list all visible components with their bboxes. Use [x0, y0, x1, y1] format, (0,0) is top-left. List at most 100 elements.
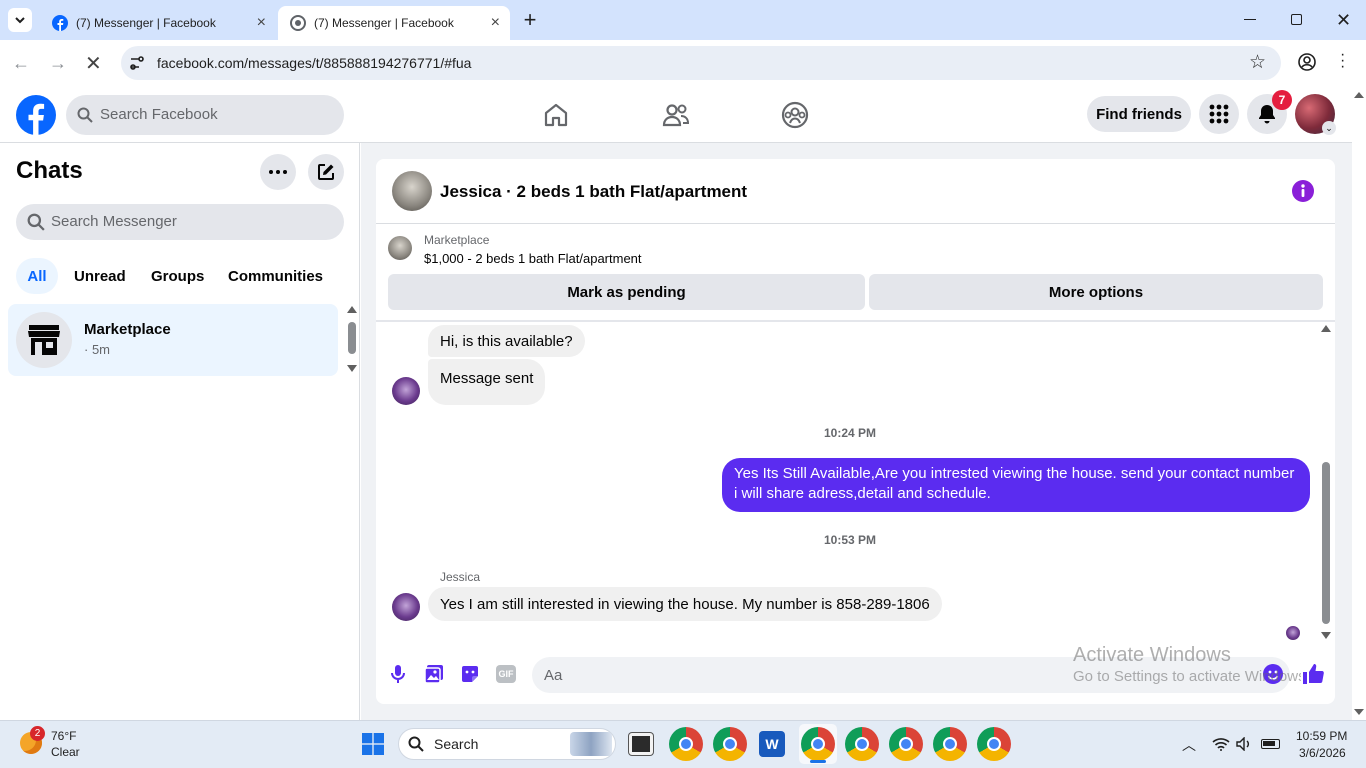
sender-name: Jessica — [440, 570, 481, 584]
filter-tab-unread[interactable]: Unread — [62, 258, 138, 294]
incoming-message-bubble[interactable]: Yes I am still interested in viewing the… — [428, 587, 942, 621]
chrome-profile-icon[interactable] — [845, 727, 879, 761]
message-timestamp: 10:53 PM — [824, 533, 877, 547]
battery-icon[interactable] — [1261, 739, 1280, 749]
chat-scroll-up[interactable] — [1321, 325, 1331, 332]
minimize-icon[interactable] — [1244, 19, 1256, 20]
more-options-button[interactable]: More options — [869, 274, 1323, 310]
sidebar-scroll-up[interactable] — [347, 306, 357, 313]
chrome-profile-icon[interactable] — [889, 727, 923, 761]
microphone-icon[interactable] — [389, 664, 407, 684]
forward-icon[interactable]: → — [49, 53, 67, 74]
thumbs-up-icon[interactable] — [1302, 663, 1324, 685]
chrome-profile-icon[interactable] — [933, 727, 967, 761]
browser-tab-1[interactable]: (7) Messenger | Facebook × — [40, 6, 276, 40]
volume-icon[interactable] — [1236, 737, 1252, 751]
chrome-profile-icon[interactable] — [977, 727, 1011, 761]
close-window-icon[interactable]: ✕ — [1336, 10, 1351, 31]
messenger-favicon-icon — [290, 15, 306, 31]
activate-windows-title: Activate Windows — [1073, 644, 1231, 666]
tab-title: (7) Messenger | Facebook — [314, 16, 454, 30]
new-message-button[interactable] — [308, 154, 344, 190]
outgoing-message-bubble[interactable]: Yes Its Still Available,Are you intreste… — [722, 458, 1310, 512]
friends-icon[interactable] — [662, 102, 690, 128]
facebook-favicon-icon — [52, 15, 68, 31]
tab-title: (7) Messenger | Facebook — [76, 16, 216, 30]
menu-button[interactable] — [1199, 94, 1239, 134]
chat-list-item-name: Marketplace — [84, 321, 171, 338]
facebook-search-input[interactable]: Search Facebook — [100, 106, 218, 123]
taskbar-clock-date[interactable]: 3/6/2026 — [1299, 746, 1346, 760]
close-tab-icon[interactable]: × — [491, 15, 500, 31]
browser-menu-icon[interactable]: · · · — [1340, 47, 1345, 75]
message-timestamp: 10:24 PM — [824, 426, 877, 440]
task-view-icon[interactable] — [629, 733, 653, 755]
back-icon[interactable]: ← — [12, 53, 30, 74]
find-friends-button[interactable]: Find friends — [1087, 96, 1191, 132]
tab-search-button[interactable] — [8, 8, 32, 32]
search-icon — [77, 107, 93, 123]
chrome-profile-icon-active[interactable] — [801, 727, 835, 761]
page-scroll-down[interactable] — [1354, 709, 1364, 715]
bookmark-star-icon[interactable]: ☆ — [1249, 51, 1266, 74]
incoming-message-bubble[interactable]: Message sent — [428, 359, 546, 405]
taskbar-clock-time[interactable]: 10:59 PM — [1296, 729, 1347, 743]
filter-tab-communities[interactable]: Communities — [216, 258, 335, 294]
sidebar-scroll-down[interactable] — [347, 365, 357, 372]
filter-tab-all[interactable]: All — [16, 258, 58, 294]
sender-avatar[interactable] — [392, 377, 420, 405]
listing-detail[interactable]: $1,000 - 2 beds 1 bath Flat/apartment — [424, 251, 642, 266]
word-icon[interactable]: W — [759, 731, 785, 757]
listing-thumbnail[interactable] — [388, 236, 412, 260]
close-tab-icon[interactable]: × — [257, 15, 266, 31]
home-icon[interactable] — [543, 102, 569, 128]
message-input[interactable]: Aa — [544, 667, 562, 684]
new-tab-button[interactable]: + — [520, 9, 540, 31]
stop-loading-icon[interactable]: ✕ — [85, 51, 102, 76]
conversation-info-icon[interactable] — [1292, 180, 1314, 202]
read-receipt-avatar — [1286, 626, 1300, 640]
chat-list-item-meta: · 5m — [84, 342, 110, 357]
profile-icon[interactable] — [1298, 53, 1316, 71]
search-highlight-image — [570, 732, 612, 756]
page-scrollbar-track — [1352, 86, 1366, 720]
listing-divider — [376, 320, 1335, 322]
account-chevron-icon[interactable]: ⌄ — [1322, 121, 1336, 135]
chat-scroll-down[interactable] — [1321, 632, 1331, 639]
chat-scrollbar-thumb[interactable] — [1322, 462, 1330, 624]
windows-start-icon[interactable] — [362, 733, 384, 755]
browser-tab-2-active[interactable]: (7) Messenger | Facebook × — [278, 6, 510, 40]
mark-as-pending-button[interactable]: Mark as pending — [388, 274, 865, 310]
url-text: facebook.com/messages/t/885888194276771/… — [157, 55, 472, 71]
taskbar-search-label: Search — [434, 736, 479, 752]
chrome-profile-icon[interactable] — [713, 727, 747, 761]
page-scroll-up[interactable] — [1354, 92, 1364, 98]
messenger-search-input[interactable]: Search Messenger — [51, 213, 177, 230]
notification-count-badge: 7 — [1272, 90, 1292, 110]
weather-badge: 2 — [30, 726, 45, 741]
chevron-down-icon — [15, 17, 25, 24]
weather-temp: 76°F — [51, 729, 77, 743]
app-grid-icon — [1209, 104, 1229, 124]
photo-icon[interactable] — [424, 664, 444, 684]
gif-icon[interactable]: GIF — [496, 665, 516, 683]
sticker-icon[interactable] — [460, 664, 480, 684]
sidebar-scrollbar-thumb[interactable] — [348, 322, 356, 354]
filter-tab-groups[interactable]: Groups — [139, 258, 216, 294]
header-divider — [376, 223, 1335, 224]
groups-icon[interactable] — [781, 101, 809, 129]
tray-overflow-chevron-icon[interactable]: ︿ — [1182, 735, 1196, 755]
conversation-avatar[interactable] — [392, 171, 432, 211]
site-settings-icon[interactable] — [129, 55, 145, 71]
chrome-profile-icon[interactable] — [669, 727, 703, 761]
marketplace-avatar — [16, 312, 72, 368]
incoming-message-bubble[interactable]: Hi, is this available? — [428, 325, 585, 357]
restore-icon[interactable] — [1291, 14, 1302, 25]
facebook-logo-icon[interactable] — [16, 95, 56, 135]
conversation-title[interactable]: Jessica · 2 beds 1 bath Flat/apartment — [440, 182, 747, 202]
wifi-icon[interactable] — [1212, 737, 1230, 751]
sender-avatar[interactable] — [392, 593, 420, 621]
active-app-indicator — [810, 760, 826, 763]
search-icon — [27, 213, 45, 231]
chat-options-button[interactable] — [260, 154, 296, 190]
